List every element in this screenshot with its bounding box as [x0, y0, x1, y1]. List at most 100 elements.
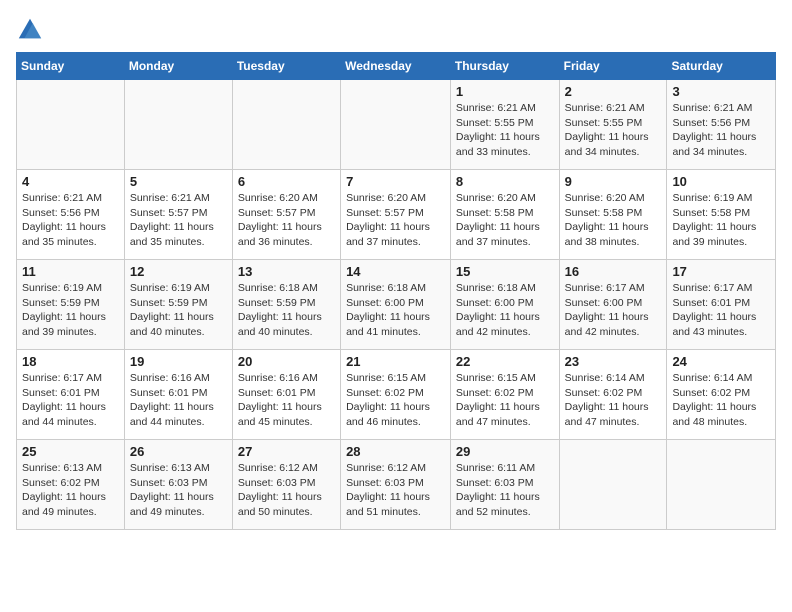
week-row-2: 11 Sunrise: 6:19 AM Sunset: 5:59 PM Dayli… — [17, 260, 776, 350]
day-info: Sunrise: 6:16 AM Sunset: 6:01 PM Dayligh… — [130, 371, 227, 430]
calendar-cell: 28 Sunrise: 6:12 AM Sunset: 6:03 PM Dayli… — [341, 440, 451, 530]
day-info: Sunrise: 6:12 AM Sunset: 6:03 PM Dayligh… — [346, 461, 445, 520]
logo-icon — [16, 16, 44, 44]
day-info: Sunrise: 6:12 AM Sunset: 6:03 PM Dayligh… — [238, 461, 335, 520]
day-info: Sunrise: 6:17 AM Sunset: 6:01 PM Dayligh… — [672, 281, 770, 340]
calendar-cell: 5 Sunrise: 6:21 AM Sunset: 5:57 PM Daylig… — [124, 170, 232, 260]
day-number: 29 — [456, 444, 554, 459]
header-wednesday: Wednesday — [341, 53, 451, 80]
calendar-cell: 12 Sunrise: 6:19 AM Sunset: 5:59 PM Dayli… — [124, 260, 232, 350]
calendar-cell: 21Sunrise: 6:15 AM Sunset: 6:02 PM Dayli… — [341, 350, 451, 440]
page-header — [16, 16, 776, 44]
calendar-cell: 1 Sunrise: 6:21 AM Sunset: 5:55 PM Daylig… — [450, 80, 559, 170]
calendar-cell: 11 Sunrise: 6:19 AM Sunset: 5:59 PM Dayli… — [17, 260, 125, 350]
day-info: Sunrise: 6:21 AM Sunset: 5:56 PM Dayligh… — [22, 191, 119, 250]
week-row-4: 25Sunrise: 6:13 AM Sunset: 6:02 PM Dayli… — [17, 440, 776, 530]
header-sunday: Sunday — [17, 53, 125, 80]
calendar-cell: 26Sunrise: 6:13 AM Sunset: 6:03 PM Dayli… — [124, 440, 232, 530]
calendar-cell: 20 Sunrise: 6:16 AM Sunset: 6:01 PM Dayli… — [232, 350, 340, 440]
day-info: Sunrise: 6:21 AM Sunset: 5:56 PM Dayligh… — [672, 101, 770, 160]
header-monday: Monday — [124, 53, 232, 80]
day-info: Sunrise: 6:18 AM Sunset: 6:00 PM Dayligh… — [346, 281, 445, 340]
day-info: Sunrise: 6:17 AM Sunset: 6:00 PM Dayligh… — [565, 281, 662, 340]
calendar-cell: 22 Sunrise: 6:15 AM Sunset: 6:02 PM Dayli… — [450, 350, 559, 440]
day-info: Sunrise: 6:20 AM Sunset: 5:58 PM Dayligh… — [565, 191, 662, 250]
day-number: 3 — [672, 84, 770, 99]
day-number: 19 — [130, 354, 227, 369]
day-number: 1 — [456, 84, 554, 99]
day-info: Sunrise: 6:21 AM Sunset: 5:57 PM Dayligh… — [130, 191, 227, 250]
calendar-cell — [341, 80, 451, 170]
calendar-cell: 19 Sunrise: 6:16 AM Sunset: 6:01 PM Dayli… — [124, 350, 232, 440]
day-number: 21 — [346, 354, 445, 369]
day-number: 17 — [672, 264, 770, 279]
header-saturday: Saturday — [667, 53, 776, 80]
day-info: Sunrise: 6:13 AM Sunset: 6:02 PM Dayligh… — [22, 461, 119, 520]
calendar-cell — [559, 440, 667, 530]
header-friday: Friday — [559, 53, 667, 80]
day-number: 20 — [238, 354, 335, 369]
calendar-cell: 9 Sunrise: 6:20 AM Sunset: 5:58 PM Daylig… — [559, 170, 667, 260]
day-number: 22 — [456, 354, 554, 369]
day-number: 26 — [130, 444, 227, 459]
day-info: Sunrise: 6:16 AM Sunset: 6:01 PM Dayligh… — [238, 371, 335, 430]
day-info: Sunrise: 6:18 AM Sunset: 6:00 PM Dayligh… — [456, 281, 554, 340]
day-number: 4 — [22, 174, 119, 189]
calendar-cell: 13 Sunrise: 6:18 AM Sunset: 5:59 PM Dayli… — [232, 260, 340, 350]
day-info: Sunrise: 6:20 AM Sunset: 5:58 PM Dayligh… — [456, 191, 554, 250]
day-info: Sunrise: 6:18 AM Sunset: 5:59 PM Dayligh… — [238, 281, 335, 340]
calendar-cell: 3 Sunrise: 6:21 AM Sunset: 5:56 PM Daylig… — [667, 80, 776, 170]
day-info: Sunrise: 6:19 AM Sunset: 5:58 PM Dayligh… — [672, 191, 770, 250]
day-number: 8 — [456, 174, 554, 189]
day-info: Sunrise: 6:20 AM Sunset: 5:57 PM Dayligh… — [346, 191, 445, 250]
week-row-3: 18 Sunrise: 6:17 AM Sunset: 6:01 PM Dayli… — [17, 350, 776, 440]
calendar-cell — [232, 80, 340, 170]
calendar-cell: 27 Sunrise: 6:12 AM Sunset: 6:03 PM Dayli… — [232, 440, 340, 530]
header-row: SundayMondayTuesdayWednesdayThursdayFrid… — [17, 53, 776, 80]
day-number: 10 — [672, 174, 770, 189]
calendar-cell: 14Sunrise: 6:18 AM Sunset: 6:00 PM Dayli… — [341, 260, 451, 350]
day-number: 6 — [238, 174, 335, 189]
day-number: 9 — [565, 174, 662, 189]
calendar-cell: 8 Sunrise: 6:20 AM Sunset: 5:58 PM Daylig… — [450, 170, 559, 260]
calendar-cell: 2 Sunrise: 6:21 AM Sunset: 5:55 PM Daylig… — [559, 80, 667, 170]
day-number: 18 — [22, 354, 119, 369]
calendar-table: SundayMondayTuesdayWednesdayThursdayFrid… — [16, 52, 776, 530]
day-number: 7 — [346, 174, 445, 189]
calendar-cell: 4 Sunrise: 6:21 AM Sunset: 5:56 PM Daylig… — [17, 170, 125, 260]
day-number: 24 — [672, 354, 770, 369]
day-info: Sunrise: 6:20 AM Sunset: 5:57 PM Dayligh… — [238, 191, 335, 250]
header-thursday: Thursday — [450, 53, 559, 80]
calendar-cell: 25Sunrise: 6:13 AM Sunset: 6:02 PM Dayli… — [17, 440, 125, 530]
calendar-cell: 6 Sunrise: 6:20 AM Sunset: 5:57 PM Daylig… — [232, 170, 340, 260]
day-number: 12 — [130, 264, 227, 279]
calendar-cell: 16 Sunrise: 6:17 AM Sunset: 6:00 PM Dayli… — [559, 260, 667, 350]
calendar-cell — [667, 440, 776, 530]
header-tuesday: Tuesday — [232, 53, 340, 80]
week-row-1: 4 Sunrise: 6:21 AM Sunset: 5:56 PM Daylig… — [17, 170, 776, 260]
day-number: 28 — [346, 444, 445, 459]
day-info: Sunrise: 6:17 AM Sunset: 6:01 PM Dayligh… — [22, 371, 119, 430]
day-info: Sunrise: 6:14 AM Sunset: 6:02 PM Dayligh… — [565, 371, 662, 430]
calendar-cell: 7 Sunrise: 6:20 AM Sunset: 5:57 PM Daylig… — [341, 170, 451, 260]
calendar-cell: 18 Sunrise: 6:17 AM Sunset: 6:01 PM Dayli… — [17, 350, 125, 440]
day-info: Sunrise: 6:15 AM Sunset: 6:02 PM Dayligh… — [456, 371, 554, 430]
day-number: 2 — [565, 84, 662, 99]
calendar-cell: 29 Sunrise: 6:11 AM Sunset: 6:03 PM Dayli… — [450, 440, 559, 530]
day-info: Sunrise: 6:19 AM Sunset: 5:59 PM Dayligh… — [130, 281, 227, 340]
calendar-cell — [17, 80, 125, 170]
day-number: 5 — [130, 174, 227, 189]
day-info: Sunrise: 6:11 AM Sunset: 6:03 PM Dayligh… — [456, 461, 554, 520]
logo — [16, 16, 48, 44]
day-info: Sunrise: 6:19 AM Sunset: 5:59 PM Dayligh… — [22, 281, 119, 340]
calendar-header: SundayMondayTuesdayWednesdayThursdayFrid… — [17, 53, 776, 80]
day-number: 16 — [565, 264, 662, 279]
day-number: 11 — [22, 264, 119, 279]
day-info: Sunrise: 6:21 AM Sunset: 5:55 PM Dayligh… — [456, 101, 554, 160]
calendar-cell: 17 Sunrise: 6:17 AM Sunset: 6:01 PM Dayli… — [667, 260, 776, 350]
calendar-cell: 24 Sunrise: 6:14 AM Sunset: 6:02 PM Dayli… — [667, 350, 776, 440]
day-number: 13 — [238, 264, 335, 279]
day-info: Sunrise: 6:14 AM Sunset: 6:02 PM Dayligh… — [672, 371, 770, 430]
day-info: Sunrise: 6:21 AM Sunset: 5:55 PM Dayligh… — [565, 101, 662, 160]
day-number: 27 — [238, 444, 335, 459]
